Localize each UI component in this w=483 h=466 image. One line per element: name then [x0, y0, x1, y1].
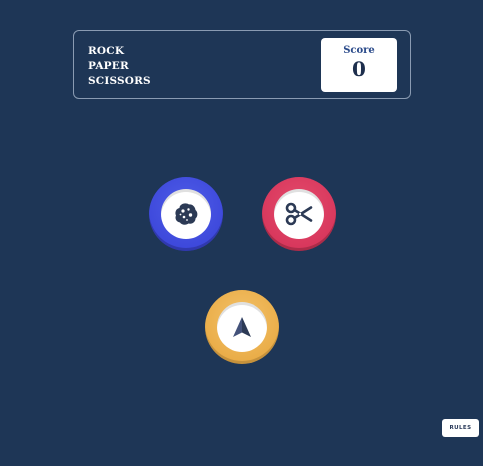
title-line-paper: PAPER [88, 60, 129, 72]
scissors-button[interactable] [262, 177, 336, 251]
game-header: ROCK PAPER SCISSORS Score 0 [73, 30, 411, 99]
score-box: Score 0 [321, 38, 397, 92]
rock-icon [173, 201, 199, 227]
score-label: Score [343, 45, 375, 56]
game-title: ROCK PAPER SCISSORS [88, 44, 151, 89]
rules-button[interactable]: RULES [442, 419, 479, 437]
scissors-icon [284, 199, 314, 229]
score-value: 0 [352, 57, 366, 81]
paper-button[interactable] [205, 290, 279, 364]
title-line-scissors: SCISSORS [88, 75, 151, 87]
title-line-rock: ROCK [88, 45, 125, 57]
paper-icon [230, 315, 254, 339]
rock-button[interactable] [149, 177, 223, 251]
